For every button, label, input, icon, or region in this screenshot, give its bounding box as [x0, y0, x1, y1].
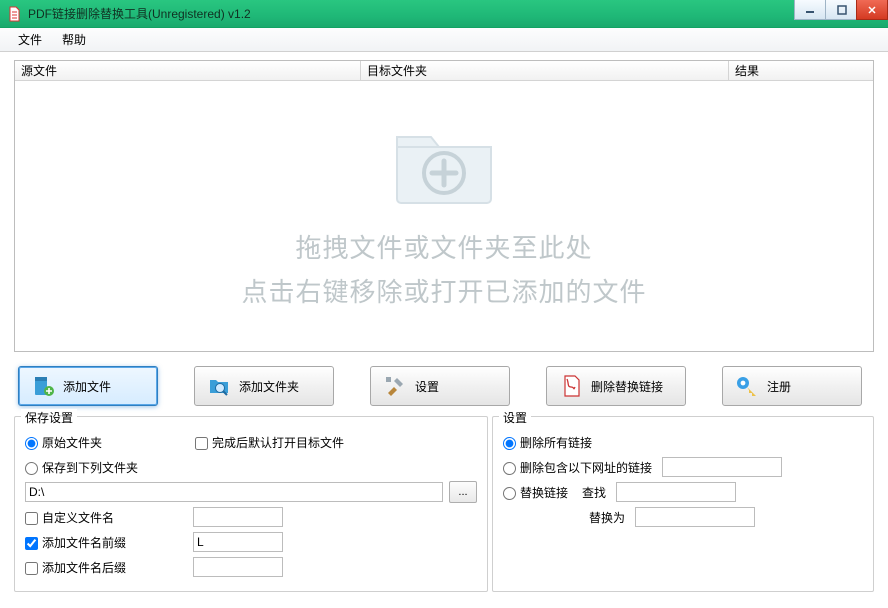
- tools-icon: [383, 374, 407, 398]
- checkbox-open-after-label: 完成后默认打开目标文件: [212, 434, 344, 451]
- pdf-links-icon: [559, 374, 583, 398]
- add-folder-button[interactable]: 添加文件夹: [194, 366, 334, 406]
- settings-label: 设置: [415, 378, 439, 395]
- radio-save-to-folder-input[interactable]: [25, 462, 38, 475]
- radio-delete-all-label: 删除所有链接: [520, 434, 592, 451]
- radio-replace-link-label: 替换链接: [520, 484, 568, 501]
- maximize-button[interactable]: [825, 0, 857, 20]
- window-buttons: [795, 0, 888, 20]
- close-button[interactable]: [856, 0, 888, 20]
- replace-with-input[interactable]: [635, 507, 755, 527]
- drop-hint-line2: 点击右键移除或打开已添加的文件: [241, 270, 646, 314]
- checkbox-add-prefix-label: 添加文件名前缀: [42, 534, 126, 551]
- save-settings-group: 保存设置 原始文件夹 保存到下列文件夹: [14, 416, 488, 592]
- checkbox-custom-name[interactable]: 自定义文件名: [25, 509, 187, 526]
- radio-save-to-folder-label: 保存到下列文件夹: [42, 459, 138, 476]
- browse-button[interactable]: ...: [449, 481, 477, 503]
- menu-help[interactable]: 帮助: [52, 28, 96, 51]
- checkbox-open-after-input[interactable]: [195, 437, 208, 450]
- radio-replace-link-input[interactable]: [503, 487, 516, 500]
- folder-plus-icon: [389, 119, 499, 212]
- key-icon: [735, 374, 759, 398]
- column-source[interactable]: 源文件: [15, 61, 361, 80]
- list-header: 源文件 目标文件夹 结果: [15, 61, 873, 81]
- suffix-input[interactable]: [193, 557, 283, 577]
- column-result[interactable]: 结果: [729, 61, 873, 80]
- delete-replace-label: 删除替换链接: [591, 378, 663, 395]
- checkbox-custom-name-label: 自定义文件名: [42, 509, 114, 526]
- app-icon: [6, 6, 22, 22]
- add-file-button[interactable]: 添加文件: [18, 366, 158, 406]
- prefix-input[interactable]: [193, 532, 283, 552]
- add-folder-label: 添加文件夹: [239, 378, 299, 395]
- file-list[interactable]: 源文件 目标文件夹 结果 拖拽文件或文件夹至此处 点击右键移除或打开已添加的文件: [14, 60, 874, 352]
- radio-delete-all-input[interactable]: [503, 437, 516, 450]
- toolbar: 添加文件 添加文件夹 设置 删除替换链接 注册: [14, 366, 874, 406]
- radio-original-folder-label: 原始文件夹: [42, 434, 102, 451]
- register-button[interactable]: 注册: [722, 366, 862, 406]
- delete-replace-button[interactable]: 删除替换链接: [546, 366, 686, 406]
- column-target[interactable]: 目标文件夹: [361, 61, 729, 80]
- delete-containing-input[interactable]: [662, 457, 782, 477]
- find-input[interactable]: [616, 482, 736, 502]
- menubar: 文件 帮助: [0, 28, 888, 52]
- drop-hint-line1: 拖拽文件或文件夹至此处: [295, 226, 592, 270]
- checkbox-custom-name-input[interactable]: [25, 512, 38, 525]
- checkbox-add-prefix-input[interactable]: [25, 537, 38, 550]
- path-input[interactable]: [25, 482, 443, 502]
- add-folder-icon: [207, 374, 231, 398]
- minimize-button[interactable]: [794, 0, 826, 20]
- titlebar: PDF链接删除替换工具(Unregistered) v1.2: [0, 0, 888, 28]
- link-settings-group: 设置 删除所有链接 删除包含以下网址的链接 替换链接 查找: [492, 416, 874, 592]
- radio-save-to-folder[interactable]: 保存到下列文件夹: [25, 459, 138, 476]
- add-file-icon: [31, 374, 55, 398]
- checkbox-add-prefix[interactable]: 添加文件名前缀: [25, 534, 187, 551]
- checkbox-add-suffix[interactable]: 添加文件名后缀: [25, 559, 187, 576]
- window-title: PDF链接删除替换工具(Unregistered) v1.2: [28, 5, 251, 22]
- find-label: 查找: [582, 484, 606, 501]
- checkbox-add-suffix-input[interactable]: [25, 562, 38, 575]
- radio-original-folder[interactable]: 原始文件夹: [25, 434, 102, 451]
- menu-file[interactable]: 文件: [8, 28, 52, 51]
- register-label: 注册: [767, 378, 791, 395]
- checkbox-add-suffix-label: 添加文件名后缀: [42, 559, 126, 576]
- save-legend: 保存设置: [21, 409, 77, 426]
- drop-zone[interactable]: 拖拽文件或文件夹至此处 点击右键移除或打开已添加的文件: [15, 81, 873, 351]
- custom-name-input[interactable]: [193, 507, 283, 527]
- radio-delete-containing-label: 删除包含以下网址的链接: [520, 459, 652, 476]
- add-file-label: 添加文件: [63, 378, 111, 395]
- radio-delete-containing-input[interactable]: [503, 462, 516, 475]
- radio-replace-link[interactable]: 替换链接: [503, 484, 568, 501]
- settings-button[interactable]: 设置: [370, 366, 510, 406]
- replace-with-label: 替换为: [589, 509, 625, 526]
- radio-original-folder-input[interactable]: [25, 437, 38, 450]
- radio-delete-containing[interactable]: 删除包含以下网址的链接: [503, 459, 652, 476]
- link-legend: 设置: [499, 409, 531, 426]
- checkbox-open-after[interactable]: 完成后默认打开目标文件: [195, 434, 344, 451]
- radio-delete-all[interactable]: 删除所有链接: [503, 434, 592, 451]
